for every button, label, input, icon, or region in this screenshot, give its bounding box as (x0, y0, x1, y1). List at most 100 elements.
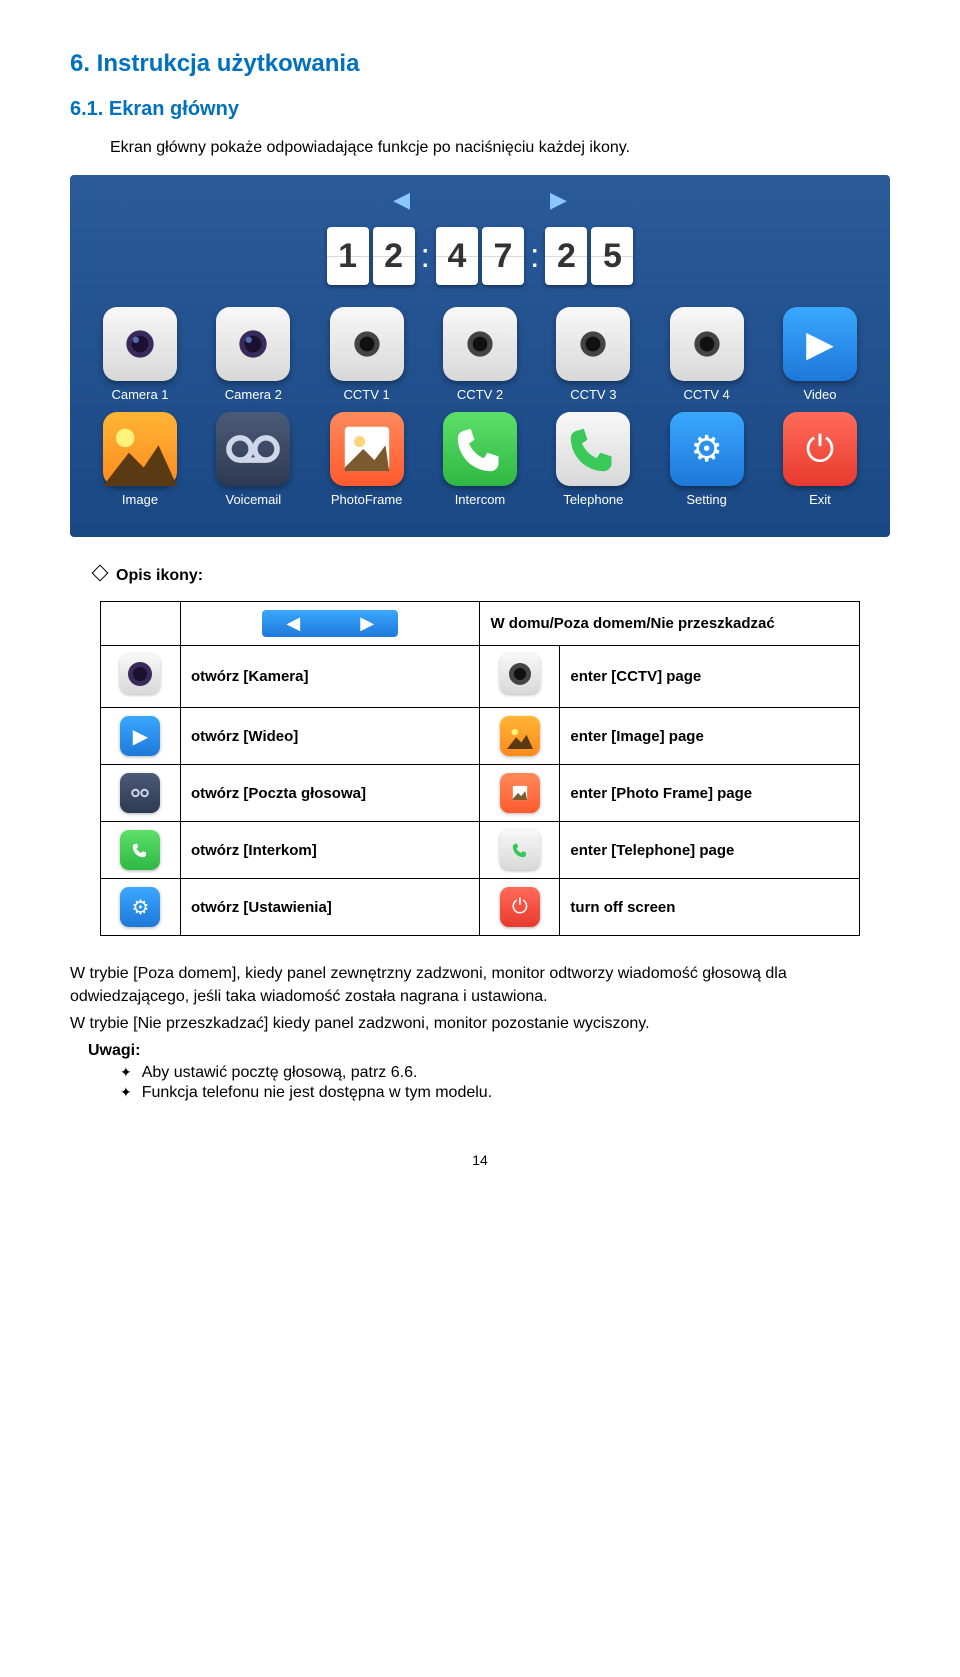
power-icon: ⏻ (500, 887, 540, 927)
cctv-icon (330, 307, 404, 381)
phone-icon (443, 412, 517, 486)
table-cell: enter [Photo Frame] page (560, 765, 860, 822)
photoframe-icon (330, 412, 404, 486)
table-cell (101, 646, 181, 708)
app-label: PhotoFrame (317, 492, 417, 507)
clock-colon: : (419, 227, 432, 285)
camera-icon (216, 307, 290, 381)
app-camera1[interactable]: Camera 1 (90, 307, 190, 402)
table-cell (101, 765, 181, 822)
play-icon: ▶ (120, 716, 160, 756)
table-cell: ⚙ (101, 879, 181, 936)
opis-heading: Opis ikony: (94, 567, 890, 585)
image-icon (103, 412, 177, 486)
arrows-pair-icon: ◀▶ (262, 610, 398, 637)
table-cell: otwórz [Ustawienia] (180, 879, 480, 936)
gear-icon: ⚙ (120, 887, 160, 927)
app-cctv2[interactable]: CCTV 2 (430, 307, 530, 402)
app-label: CCTV 4 (657, 387, 757, 402)
photoframe-icon (500, 773, 540, 813)
clock-digit: 2 (373, 227, 415, 285)
list-item: Funkcja telefonu nie jest dostępna w tym… (120, 1084, 890, 1102)
app-label: Setting (657, 492, 757, 507)
cctv-icon (443, 307, 517, 381)
phone-icon (500, 830, 540, 870)
app-label: Voicemail (203, 492, 303, 507)
table-cell (480, 708, 560, 765)
app-exit[interactable]: ⏻ Exit (770, 412, 870, 507)
table-cell: enter [Telephone] page (560, 822, 860, 879)
table-cell (480, 822, 560, 879)
app-image[interactable]: Image (90, 412, 190, 507)
cctv-icon (670, 307, 744, 381)
voicemail-icon (120, 773, 160, 813)
uwagi-label: Uwagi: (88, 1042, 890, 1060)
app-label: CCTV 2 (430, 387, 530, 402)
power-icon: ⏻ (783, 412, 857, 486)
phone-icon (120, 830, 160, 870)
icon-description-table: ◀▶ W domu/Poza domem/Nie przeszkadzać ot… (100, 601, 860, 936)
table-cell: otwórz [Wideo] (180, 708, 480, 765)
voicemail-icon (216, 412, 290, 486)
app-intercom[interactable]: Intercom (430, 412, 530, 507)
image-icon (500, 716, 540, 756)
flip-clock: 1 2 : 4 7 : 2 5 (90, 227, 870, 285)
app-cctv1[interactable]: CCTV 1 (317, 307, 417, 402)
table-cell: turn off screen (560, 879, 860, 936)
camera-icon (103, 307, 177, 381)
app-label: Exit (770, 492, 870, 507)
pager-arrows: ◀ ▶ (90, 187, 870, 213)
table-cell (101, 822, 181, 879)
device-screenshot: ◀ ▶ 1 2 : 4 7 : 2 5 Camera 1 C (70, 175, 890, 537)
list-item: Aby ustawić pocztę głosową, patrz 6.6. (120, 1064, 890, 1082)
app-label: Telephone (543, 492, 643, 507)
clock-digit: 2 (545, 227, 587, 285)
cctv-icon (500, 654, 540, 694)
table-cell (480, 646, 560, 708)
app-voicemail[interactable]: Voicemail (203, 412, 303, 507)
play-icon: ▶ (783, 307, 857, 381)
app-video[interactable]: ▶ Video (770, 307, 870, 402)
app-cctv3[interactable]: CCTV 3 (543, 307, 643, 402)
table-cell: enter [CCTV] page (560, 646, 860, 708)
intro-text: Ekran główny pokaże odpowiadające funkcj… (110, 139, 890, 157)
gear-icon: ⚙ (670, 412, 744, 486)
table-cell: W domu/Poza domem/Nie przeszkadzać (480, 602, 860, 646)
app-camera2[interactable]: Camera 2 (203, 307, 303, 402)
arrow-left-icon: ◀ (393, 187, 410, 213)
diamond-bullet-icon (92, 565, 109, 582)
camera-icon (120, 654, 160, 694)
app-label: Camera 1 (90, 387, 190, 402)
app-label: Image (90, 492, 190, 507)
clock-digit: 1 (327, 227, 369, 285)
table-cell (480, 765, 560, 822)
paragraph: W trybie [Nie przeszkadzać] kiedy panel … (70, 1012, 890, 1035)
table-cell: ▶ (101, 708, 181, 765)
table-cell: ⏻ (480, 879, 560, 936)
clock-digit: 7 (482, 227, 524, 285)
arrow-right-icon: ▶ (550, 187, 567, 213)
heading-2: 6.1. Ekran główny (70, 98, 890, 121)
table-cell: otwórz [Interkom] (180, 822, 480, 879)
table-cell: otwórz [Kamera] (180, 646, 480, 708)
cctv-icon (556, 307, 630, 381)
app-label: Video (770, 387, 870, 402)
app-cctv4[interactable]: CCTV 4 (657, 307, 757, 402)
app-telephone[interactable]: Telephone (543, 412, 643, 507)
app-label: Camera 2 (203, 387, 303, 402)
page-number: 14 (70, 1152, 890, 1168)
paragraph: W trybie [Poza domem], kiedy panel zewnę… (70, 962, 890, 1008)
table-cell (101, 602, 181, 646)
app-label: Intercom (430, 492, 530, 507)
table-cell: ◀▶ (180, 602, 480, 646)
heading-1: 6. Instrukcja użytkowania (70, 50, 890, 78)
clock-colon: : (528, 227, 541, 285)
clock-digit: 5 (591, 227, 633, 285)
clock-digit: 4 (436, 227, 478, 285)
table-cell: enter [Image] page (560, 708, 860, 765)
app-label: CCTV 3 (543, 387, 643, 402)
table-cell: otwórz [Poczta głosowa] (180, 765, 480, 822)
app-setting[interactable]: ⚙ Setting (657, 412, 757, 507)
notes-list: Aby ustawić pocztę głosową, patrz 6.6. F… (120, 1064, 890, 1102)
app-photoframe[interactable]: PhotoFrame (317, 412, 417, 507)
